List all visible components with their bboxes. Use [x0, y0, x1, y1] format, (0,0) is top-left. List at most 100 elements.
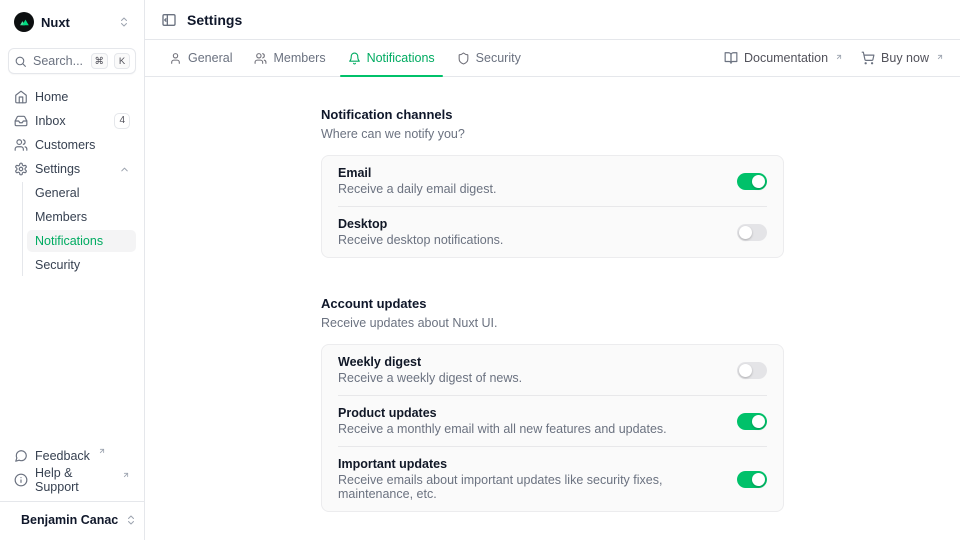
setting-label: Desktop [338, 217, 721, 231]
page-header: Settings [145, 0, 960, 40]
sidebar-item-members[interactable]: Members [27, 206, 136, 228]
important-updates-toggle[interactable] [737, 471, 767, 488]
account-updates-section: Account updates Receive updates about Nu… [321, 296, 784, 512]
external-link-icon [835, 53, 843, 61]
user-name: Benjamin Canac [21, 513, 118, 527]
sidebar-item-label: Settings [35, 162, 112, 176]
sidebar-item-inbox[interactable]: Inbox 4 [8, 110, 136, 132]
notification-channels-card: Email Receive a daily email digest. Desk… [321, 155, 784, 258]
sidebar-item-label: Notifications [35, 234, 128, 248]
workspace-selector[interactable]: Nuxt [8, 8, 136, 36]
sidebar-nav: Home Inbox 4 Customers Settings General … [8, 86, 136, 276]
setting-row-desktop: Desktop Receive desktop notifications. [322, 207, 783, 257]
book-open-icon [724, 51, 738, 65]
account-updates-card: Weekly digest Receive a weekly digest of… [321, 344, 784, 512]
chevrons-up-down-icon [118, 16, 130, 28]
sidebar-item-customers[interactable]: Customers [8, 134, 136, 156]
setting-description: Receive emails about important updates l… [338, 473, 721, 501]
sidebar-footer: Feedback Help & Support Benjamin Canac [8, 445, 136, 532]
setting-description: Receive desktop notifications. [338, 233, 721, 247]
settings-subnav: General Members Notifications Security [22, 182, 136, 276]
sidebar-item-label: Members [35, 210, 128, 224]
feedback-label: Feedback [35, 449, 90, 463]
users-icon [254, 52, 267, 65]
setting-label: Email [338, 166, 721, 180]
sidebar: Nuxt ⌘ K Home Inbox 4 Customers Settings [0, 0, 145, 540]
bell-icon [348, 52, 361, 65]
info-circle-icon [14, 473, 28, 487]
external-link-icon [98, 447, 106, 455]
settings-content: Notification channels Where can we notif… [145, 77, 960, 540]
sidebar-item-label: General [35, 186, 128, 200]
search-field[interactable] [33, 54, 85, 68]
help-support-label: Help & Support [35, 466, 114, 494]
sidebar-item-security[interactable]: Security [27, 254, 136, 276]
page-title: Settings [187, 12, 242, 28]
weekly-digest-toggle[interactable] [737, 362, 767, 379]
gear-icon [14, 162, 28, 176]
tab-label: General [188, 51, 232, 65]
kbd-meta: ⌘ [91, 53, 109, 69]
setting-row-email: Email Receive a daily email digest. [322, 156, 783, 206]
email-toggle[interactable] [737, 173, 767, 190]
tab-label: Members [273, 51, 325, 65]
tab-label: Security [476, 51, 521, 65]
external-link-icon [936, 53, 944, 61]
inbox-count-badge: 4 [114, 113, 130, 129]
search-input[interactable]: ⌘ K [8, 48, 136, 74]
sidebar-item-notifications[interactable]: Notifications [27, 230, 136, 252]
documentation-label: Documentation [744, 51, 828, 65]
setting-row-important-updates: Important updates Receive emails about i… [322, 447, 783, 511]
tab-security[interactable]: Security [449, 40, 529, 76]
buy-now-link[interactable]: Buy now [861, 51, 944, 65]
desktop-toggle[interactable] [737, 224, 767, 241]
documentation-link[interactable]: Documentation [724, 51, 843, 65]
feedback-link[interactable]: Feedback [8, 445, 136, 467]
user-icon [169, 52, 182, 65]
sidebar-item-label: Inbox [35, 114, 107, 128]
shield-icon [457, 52, 470, 65]
notification-channels-section: Notification channels Where can we notif… [321, 107, 784, 258]
search-icon [14, 55, 27, 68]
setting-description: Receive a monthly email with all new fea… [338, 422, 721, 436]
nuxt-logo-icon [14, 12, 34, 32]
section-subtitle: Receive updates about Nuxt UI. [321, 316, 784, 330]
sidebar-item-label: Security [35, 258, 128, 272]
help-support-link[interactable]: Help & Support [8, 469, 136, 491]
external-link-icon [122, 471, 130, 479]
product-updates-toggle[interactable] [737, 413, 767, 430]
tab-general[interactable]: General [161, 40, 240, 76]
buy-now-label: Buy now [881, 51, 929, 65]
user-menu[interactable]: Benjamin Canac [8, 504, 136, 532]
tab-members[interactable]: Members [246, 40, 333, 76]
collapse-sidebar-icon[interactable] [161, 12, 177, 28]
setting-label: Weekly digest [338, 355, 721, 369]
workspace-name: Nuxt [41, 15, 111, 30]
section-title: Account updates [321, 296, 784, 311]
main-panel: Settings General Members Notifications S… [145, 0, 960, 540]
sidebar-item-general[interactable]: General [27, 182, 136, 204]
section-subtitle: Where can we notify you? [321, 127, 784, 141]
inbox-icon [14, 114, 28, 128]
sidebar-item-label: Home [35, 90, 130, 104]
tab-bar: General Members Notifications Security D… [145, 40, 960, 77]
home-icon [14, 90, 28, 104]
chevrons-up-down-icon [125, 514, 137, 526]
sidebar-item-settings[interactable]: Settings [8, 158, 136, 180]
tab-notifications[interactable]: Notifications [340, 40, 443, 76]
section-title: Notification channels [321, 107, 784, 122]
setting-description: Receive a weekly digest of news. [338, 371, 721, 385]
setting-description: Receive a daily email digest. [338, 182, 721, 196]
sidebar-item-home[interactable]: Home [8, 86, 136, 108]
users-icon [14, 138, 28, 152]
setting-row-product-updates: Product updates Receive a monthly email … [322, 396, 783, 446]
message-circle-icon [14, 449, 28, 463]
kbd-k: K [114, 53, 130, 69]
setting-row-weekly-digest: Weekly digest Receive a weekly digest of… [322, 345, 783, 395]
divider [0, 501, 144, 502]
setting-label: Product updates [338, 406, 721, 420]
setting-label: Important updates [338, 457, 721, 471]
chevron-up-icon [119, 164, 130, 175]
sidebar-item-label: Customers [35, 138, 130, 152]
tab-label: Notifications [367, 51, 435, 65]
